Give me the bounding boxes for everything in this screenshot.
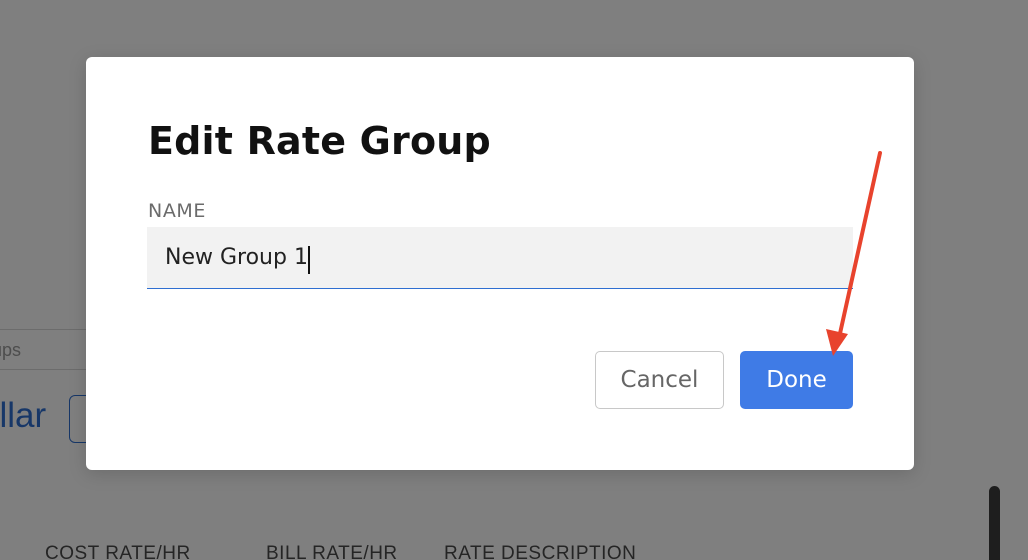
edit-rate-group-dialog: Edit Rate Group NAME Cancel Done [86,57,914,470]
name-input[interactable] [147,227,853,289]
text-cursor [308,246,310,274]
dialog-title: Edit Rate Group [148,119,491,163]
done-button[interactable]: Done [740,351,853,409]
name-field-label: NAME [148,200,207,222]
cancel-button[interactable]: Cancel [595,351,724,409]
